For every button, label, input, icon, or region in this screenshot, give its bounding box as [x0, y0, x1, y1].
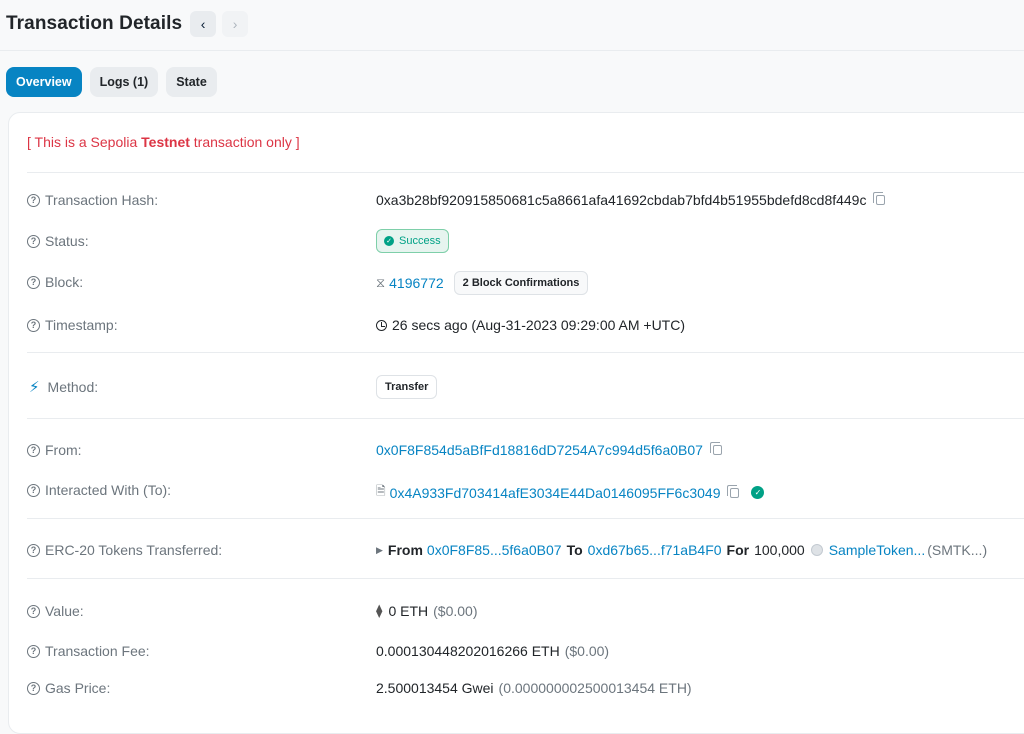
copy-icon[interactable]	[727, 484, 740, 498]
tx-hash-value: 0xa3b28bf920915850681c5a8661afa41692cbda…	[376, 192, 886, 208]
to-value: 🗎︎ 0x4A933Fd703414afE3034E44Da0146095FF6…	[376, 482, 765, 503]
status-label: ? Status:	[27, 233, 89, 249]
token-symbol: (SMTK...)	[927, 542, 988, 558]
status-text: Success	[399, 235, 441, 247]
label-text: Method:	[47, 379, 99, 395]
block-number-link[interactable]: 4196772	[389, 275, 444, 291]
token-name-link[interactable]: SampleToken...	[829, 542, 926, 558]
page-title: Transaction Details	[6, 13, 183, 34]
status-badge: ✓ Success	[376, 229, 449, 253]
from-value: 0x0F8F854d5aBfFd18816dD7254A7c994d5f6a0B…	[376, 442, 722, 458]
ethereum-icon: ⧫	[376, 603, 383, 618]
label-text: Block:	[45, 274, 84, 290]
label-text: Timestamp:	[45, 317, 118, 333]
help-icon[interactable]: ?	[27, 275, 40, 289]
caret-right-icon[interactable]: ▶	[376, 545, 383, 556]
chevron-right-icon: ›	[232, 16, 238, 32]
help-icon[interactable]: ?	[27, 193, 40, 207]
help-icon[interactable]: ?	[27, 483, 40, 497]
next-transaction-button[interactable]: ›	[222, 11, 249, 37]
fee-usd: ($0.00)	[564, 643, 610, 659]
notice-suffix: transaction only ]	[189, 134, 300, 150]
gas-price-value: 2.500013454 Gwei (0.000000002500013454 E…	[376, 680, 692, 696]
divider	[27, 518, 1024, 519]
help-icon[interactable]: ?	[27, 443, 40, 457]
help-icon[interactable]: ?	[27, 234, 40, 248]
value-value: ⧫ 0 ETH ($0.00)	[376, 603, 477, 619]
label-text: ERC-20 Tokens Transferred:	[45, 542, 223, 558]
copy-icon[interactable]	[873, 192, 886, 205]
contract-file-icon: 🗎︎	[376, 484, 386, 498]
header-divider	[0, 50, 1024, 51]
divider	[27, 172, 1024, 173]
block-value: ⧖ 4196772 2 Block Confirmations	[376, 271, 589, 295]
help-icon[interactable]: ?	[27, 543, 40, 557]
tab-bar: Overview Logs (1) State	[6, 67, 217, 97]
from-address-link[interactable]: 0x0F8F854d5aBfFd18816dD7254A7c994d5f6a0B…	[376, 442, 703, 458]
verified-check-icon: ✓	[751, 486, 765, 499]
to-address-link[interactable]: 0x4A933Fd703414afE3034E44Da0146095FF6c30…	[390, 485, 721, 501]
gas-price-amount: 2.500013454 Gwei	[376, 680, 494, 696]
erc20-value: ▶ From 0x0F8F85...5f6a0B07 To 0xd67b65..…	[376, 542, 987, 558]
help-icon[interactable]: ?	[27, 644, 40, 658]
check-circle-icon: ✓	[384, 236, 394, 246]
fee-amount: 0.000130448202016266 ETH	[376, 643, 560, 659]
timestamp-value: 26 secs ago (Aug-31-2023 09:29:00 AM +UT…	[376, 317, 685, 333]
status-value: ✓ Success	[376, 229, 449, 253]
method-badge: Transfer	[376, 375, 438, 399]
label-text: Value:	[45, 603, 84, 619]
divider	[27, 578, 1024, 579]
block-label: ? Block:	[27, 274, 83, 290]
value-amount: 0 ETH	[388, 603, 429, 619]
testnet-notice: [ This is a Sepolia Testnet transaction …	[27, 134, 300, 150]
token-to-link[interactable]: 0xd67b65...f71aB4F0	[588, 542, 722, 558]
prev-transaction-button[interactable]: ‹	[190, 11, 217, 37]
method-value: Transfer	[376, 375, 438, 399]
label-text: Transaction Hash:	[45, 192, 159, 208]
token-amount: 100,000	[754, 542, 805, 558]
divider	[27, 418, 1024, 419]
confirmations-badge: 2 Block Confirmations	[453, 271, 589, 295]
tab-logs[interactable]: Logs (1)	[89, 67, 159, 97]
to-word: To	[566, 542, 583, 558]
divider	[27, 352, 1024, 353]
copy-icon[interactable]	[709, 442, 722, 455]
method-label: ⚡︎ Method:	[27, 378, 98, 396]
token-icon	[810, 544, 823, 556]
for-word: For	[726, 542, 750, 558]
label-text: Transaction Fee:	[45, 643, 150, 659]
erc20-label: ? ERC-20 Tokens Transferred:	[27, 542, 222, 558]
help-icon[interactable]: ?	[27, 318, 40, 332]
from-label: ? From:	[27, 442, 82, 458]
to-label: ? Interacted With (To):	[27, 482, 171, 498]
label-text: Gas Price:	[45, 680, 111, 696]
fee-value: 0.000130448202016266 ETH ($0.00)	[376, 643, 609, 659]
label-text: Status:	[45, 233, 89, 249]
tab-state[interactable]: State	[166, 67, 217, 97]
page-header: Transaction Details ‹ ›	[0, 0, 1024, 48]
chevron-left-icon: ‹	[200, 16, 206, 32]
timestamp-text: 26 secs ago (Aug-31-2023 09:29:00 AM +UT…	[392, 317, 686, 333]
timestamp-label: ? Timestamp:	[27, 317, 118, 333]
label-text: From:	[45, 442, 82, 458]
gas-price-eth: (0.000000002500013454 ETH)	[498, 680, 692, 696]
tx-hash-label: ? Transaction Hash:	[27, 192, 158, 208]
tx-hash-text: 0xa3b28bf920915850681c5a8661afa41692cbda…	[376, 192, 867, 208]
gas-price-label: ? Gas Price:	[27, 680, 110, 696]
value-usd: ($0.00)	[433, 603, 478, 619]
notice-strong: Testnet	[141, 134, 190, 150]
from-word: From	[387, 542, 423, 558]
value-label: ? Value:	[27, 603, 84, 619]
clock-icon	[376, 319, 387, 331]
hourglass-icon: ⧖	[376, 275, 386, 290]
help-icon[interactable]: ?	[27, 604, 40, 618]
fee-label: ? Transaction Fee:	[27, 643, 150, 659]
label-text: Interacted With (To):	[45, 482, 172, 498]
notice-prefix: [ This is a Sepolia	[27, 134, 142, 150]
lightning-icon[interactable]: ⚡︎	[29, 378, 40, 396]
help-icon[interactable]: ?	[27, 681, 40, 695]
tab-overview[interactable]: Overview	[6, 67, 82, 97]
token-from-link[interactable]: 0x0F8F85...5f6a0B07	[427, 542, 562, 558]
